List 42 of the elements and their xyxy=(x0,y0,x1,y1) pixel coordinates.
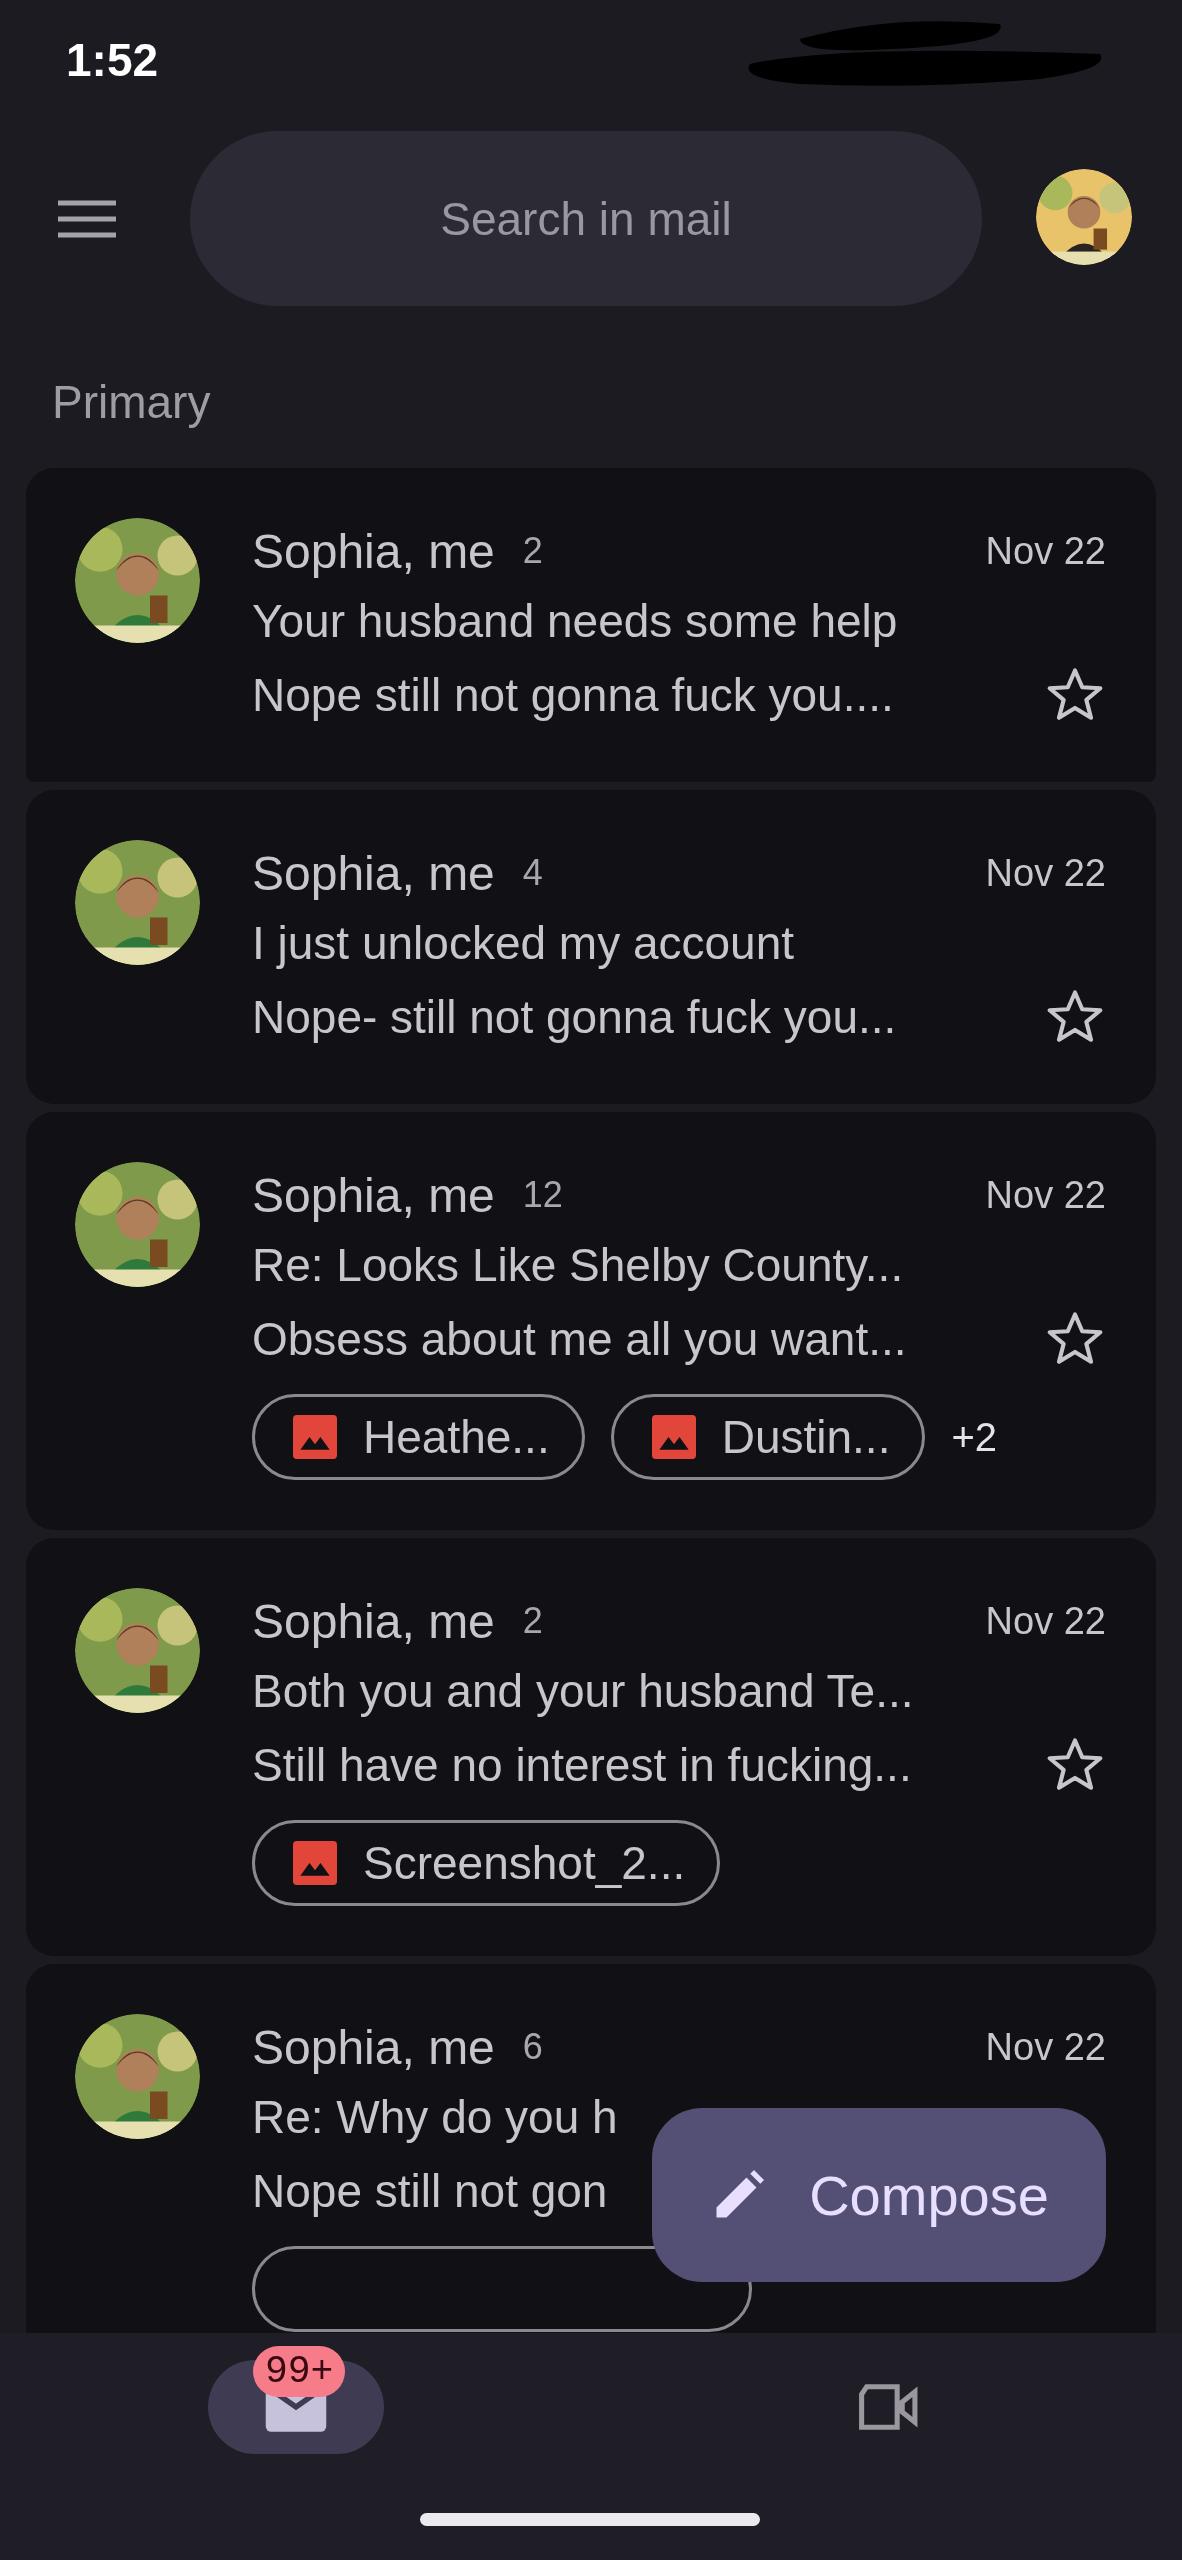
email-date: Nov 22 xyxy=(985,2025,1106,2069)
message-count: 6 xyxy=(522,2026,543,2068)
email-snippet: Nope still not gon xyxy=(252,2164,608,2219)
image-icon xyxy=(293,1415,337,1459)
message-count: 4 xyxy=(522,852,543,894)
sender-name: Sophia, me xyxy=(252,1167,495,1223)
email-subject: Your husband needs some help xyxy=(252,594,899,649)
email-date: Nov 22 xyxy=(985,529,1106,573)
email-subject: Re: Looks Like Shelby County... xyxy=(252,1238,905,1293)
image-icon xyxy=(651,1415,696,1459)
unread-badge: 99+ xyxy=(253,2346,346,2397)
email-snippet: Nope still not gonna fuck you.... xyxy=(252,668,894,723)
sender-name: Sophia, me xyxy=(252,845,495,901)
email-row[interactable]: Sophia, me 4 Nov 22 I just unlocked my account Nope- still not gonna fuck you... xyxy=(26,790,1156,1104)
email-row[interactable]: Sophia, me 12 Nov 22 Re: Looks Like Shelby County... Obsess about me all you want... Heathe... Dustin... +2 xyxy=(26,1112,1156,1530)
email-subject: Both you and your husband Te... xyxy=(252,1664,915,1719)
sender-name: Sophia, me xyxy=(252,1593,495,1649)
email-snippet: Still have no interest in fucking... xyxy=(252,1738,912,1793)
email-subject: I just unlocked my account xyxy=(252,916,796,971)
status-time: 1:52 xyxy=(66,33,159,87)
menu-icon[interactable] xyxy=(58,198,116,239)
attachment-chip[interactable]: Heathe... xyxy=(252,1394,585,1480)
email-date: Nov 22 xyxy=(985,1599,1106,1643)
more-attachments-count: +2 xyxy=(951,1414,998,1460)
sender-name: Sophia, me xyxy=(252,523,495,579)
message-count: 2 xyxy=(522,530,543,572)
email-row[interactable]: Sophia, me 2 Nov 22 Both you and your husband Te... Still have no interest in fucking... Screenshot_2... xyxy=(26,1538,1156,1956)
attachment-chip[interactable]: Screenshot_2... xyxy=(252,1820,721,1906)
message-count: 2 xyxy=(522,1600,543,1642)
section-title: Primary xyxy=(52,375,212,430)
search-field[interactable]: Search in mail xyxy=(190,131,982,306)
message-count: 12 xyxy=(522,1174,563,1216)
email-snippet: Obsess about me all you want... xyxy=(252,1312,907,1367)
email-row[interactable]: Sophia, me 2 Nov 22 Your husband needs some help Nope still not gonna fuck you.... xyxy=(26,468,1156,782)
image-icon xyxy=(293,1841,337,1885)
compose-button[interactable]: Compose xyxy=(652,2108,1106,2282)
email-date: Nov 22 xyxy=(985,851,1106,895)
email-snippet: Nope- still not gonna fuck you... xyxy=(252,990,897,1045)
email-date: Nov 22 xyxy=(985,1173,1106,1217)
sender-name: Sophia, me xyxy=(252,2019,495,2075)
email-subject: Re: Why do you h xyxy=(252,2090,619,2145)
attachment-chip[interactable]: Dustin... xyxy=(610,1394,926,1480)
